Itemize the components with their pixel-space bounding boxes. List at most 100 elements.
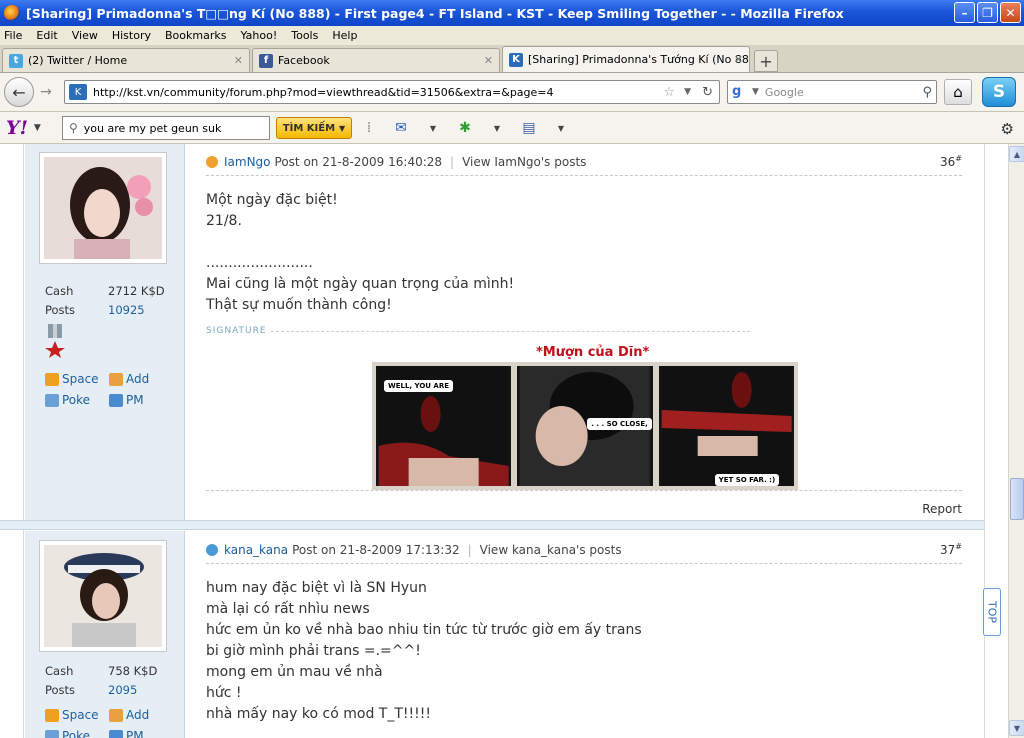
posts-count-link[interactable]: 2095 bbox=[108, 683, 137, 697]
close-button[interactable]: ✕ bbox=[1000, 2, 1021, 23]
signature-panel-1: WELL, YOU ARE bbox=[376, 366, 512, 486]
menu-view[interactable]: View bbox=[72, 29, 98, 42]
search-icon: ⚲ bbox=[69, 121, 78, 135]
view-posts-link[interactable]: View IamNgo's posts bbox=[462, 155, 586, 169]
forward-button[interactable]: → bbox=[36, 81, 56, 103]
space-link[interactable]: Space bbox=[45, 708, 109, 722]
new-tab-button[interactable]: + bbox=[754, 50, 778, 72]
post-author-link[interactable]: IamNgo bbox=[224, 155, 271, 169]
avatar-image bbox=[44, 157, 162, 259]
widget-dropdown-icon[interactable]: ▼ bbox=[486, 118, 508, 138]
separator: | bbox=[467, 542, 472, 557]
poke-link[interactable]: Poke bbox=[45, 729, 109, 738]
back-to-top-button[interactable]: TOP bbox=[983, 588, 1001, 636]
tab-twitter[interactable]: t (2) Twitter / Home ✕ bbox=[2, 48, 250, 72]
space-link[interactable]: Space bbox=[45, 372, 109, 386]
post-footer-line bbox=[206, 490, 962, 491]
pm-label: PM bbox=[126, 393, 144, 407]
gear-icon[interactable]: ⚙ bbox=[1001, 120, 1014, 138]
tab-label: [Sharing] Primadonna's Tướng Kí (No 888.… bbox=[528, 53, 750, 66]
mail-icon[interactable]: ✉ bbox=[390, 118, 412, 138]
tab-close-icon[interactable]: ✕ bbox=[484, 54, 493, 67]
profile-links: Space Add Poke PM bbox=[45, 708, 169, 738]
vertical-scrollbar[interactable]: ▲ ▼ bbox=[1008, 144, 1024, 738]
add-friend-link[interactable]: Add bbox=[109, 372, 169, 386]
post-number-value: 37 bbox=[940, 543, 956, 557]
post-message: hum nay đặc biệt vì là SN Hyun mà lại có… bbox=[206, 578, 642, 725]
bookmarks-dropdown-icon[interactable]: ▼ bbox=[550, 118, 572, 138]
mail-dropdown-icon[interactable]: ▼ bbox=[422, 118, 444, 138]
author-profile: Cash 758 K$D Posts 2095 Space Add Poke PM bbox=[25, 531, 185, 738]
caption-1: WELL, YOU ARE bbox=[384, 380, 454, 392]
engine-dropdown-icon[interactable]: ▼ bbox=[752, 87, 759, 97]
skype-icon[interactable]: S bbox=[982, 77, 1016, 107]
menu-yahoo[interactable]: Yahoo! bbox=[240, 29, 277, 42]
menu-bar: File Edit View History Bookmarks Yahoo! … bbox=[0, 26, 1024, 46]
home-button[interactable]: ⌂ bbox=[944, 79, 972, 105]
restore-button[interactable]: ❐ bbox=[977, 2, 998, 23]
yahoo-search-input[interactable]: ⚲ you are my pet geun suk bbox=[62, 116, 270, 140]
history-dropdown-icon[interactable]: ▼ bbox=[684, 87, 691, 97]
pm-link[interactable]: PM bbox=[109, 393, 169, 407]
avatar[interactable] bbox=[39, 540, 167, 652]
tab-close-icon[interactable]: ✕ bbox=[234, 54, 243, 67]
post-line: hức ! bbox=[206, 685, 242, 701]
avatar-image bbox=[44, 545, 162, 647]
tab-facebook[interactable]: f Facebook ✕ bbox=[252, 48, 500, 72]
view-posts-link[interactable]: View kana_kana's posts bbox=[480, 543, 622, 557]
separator: | bbox=[450, 154, 455, 169]
yahoo-logo[interactable]: Y! bbox=[6, 117, 28, 139]
google-engine-icon[interactable]: g bbox=[732, 84, 750, 100]
facebook-icon: f bbox=[259, 53, 273, 68]
avatar[interactable] bbox=[39, 152, 167, 264]
tab-close-icon[interactable]: ✕ bbox=[734, 53, 743, 66]
report-link[interactable]: Report bbox=[922, 502, 962, 516]
cash-stat: Cash 758 K$D bbox=[45, 664, 157, 678]
cash-value: 2712 K$D bbox=[108, 284, 165, 298]
home-icon bbox=[45, 708, 59, 722]
menu-file[interactable]: File bbox=[4, 29, 22, 42]
post-line: Mai cũng là một ngày quan trọng của mình… bbox=[206, 276, 515, 292]
left-margin bbox=[0, 144, 24, 738]
author-profile: Cash 2712 K$D Posts 10925 Space Add Poke P… bbox=[25, 144, 185, 528]
add-friend-icon bbox=[109, 708, 123, 722]
add-friend-link[interactable]: Add bbox=[109, 708, 169, 722]
pm-link[interactable]: PM bbox=[109, 729, 169, 738]
post-line: hum nay đặc biệt vì là SN Hyun bbox=[206, 580, 427, 596]
post-author-link[interactable]: kana_kana bbox=[224, 543, 288, 557]
yahoo-menu-dropdown-icon[interactable]: ▼ bbox=[34, 123, 41, 133]
bookmarks-icon[interactable]: ▤ bbox=[518, 118, 540, 138]
poke-link[interactable]: Poke bbox=[45, 393, 109, 407]
menu-bookmarks[interactable]: Bookmarks bbox=[165, 29, 226, 42]
post-number[interactable]: 37# bbox=[940, 542, 962, 557]
cash-value: 758 K$D bbox=[108, 664, 158, 678]
reload-icon[interactable]: ↻ bbox=[702, 85, 713, 100]
scroll-up-icon[interactable]: ▲ bbox=[1009, 146, 1024, 162]
space-label: Space bbox=[62, 372, 99, 386]
posts-count-link[interactable]: 10925 bbox=[108, 303, 145, 317]
page-content: Cash 2712 K$D Posts 10925 Space Add Poke P… bbox=[0, 144, 1008, 738]
post-number[interactable]: 36# bbox=[940, 154, 962, 169]
twitter-bird-icon: t bbox=[9, 53, 23, 68]
minimize-button[interactable]: – bbox=[954, 2, 975, 23]
scrollbar-thumb[interactable] bbox=[1010, 478, 1024, 520]
scroll-down-icon[interactable]: ▼ bbox=[1009, 720, 1024, 736]
yahoo-tool-icons: ⁞ ✉ ▼ ✱ ▼ ▤ ▼ bbox=[358, 118, 572, 138]
menu-tools[interactable]: Tools bbox=[291, 29, 318, 42]
bookmark-star-icon[interactable]: ☆ bbox=[663, 85, 675, 100]
menu-history[interactable]: History bbox=[112, 29, 151, 42]
poke-label: Poke bbox=[62, 393, 91, 407]
chevron-down-icon: ▼ bbox=[339, 123, 346, 133]
back-button[interactable]: ← bbox=[4, 77, 34, 107]
star-badge-icon bbox=[206, 543, 218, 556]
search-bar[interactable]: g ▼ Google ⚲ bbox=[727, 80, 937, 104]
yahoo-search-button[interactable]: TÌM KIẾM ▼ bbox=[276, 117, 352, 139]
post-separator bbox=[0, 520, 984, 530]
menu-edit[interactable]: Edit bbox=[36, 29, 57, 42]
search-icon[interactable]: ⚲ bbox=[922, 85, 932, 100]
tab-kst-thread[interactable]: K [Sharing] Primadonna's Tướng Kí (No 88… bbox=[502, 46, 750, 72]
site-identity-icon[interactable]: K bbox=[69, 84, 87, 100]
menu-help[interactable]: Help bbox=[332, 29, 357, 42]
widget-icon[interactable]: ✱ bbox=[454, 118, 476, 138]
address-bar[interactable]: K http://kst.vn/community/forum.php?mod=… bbox=[64, 80, 720, 104]
